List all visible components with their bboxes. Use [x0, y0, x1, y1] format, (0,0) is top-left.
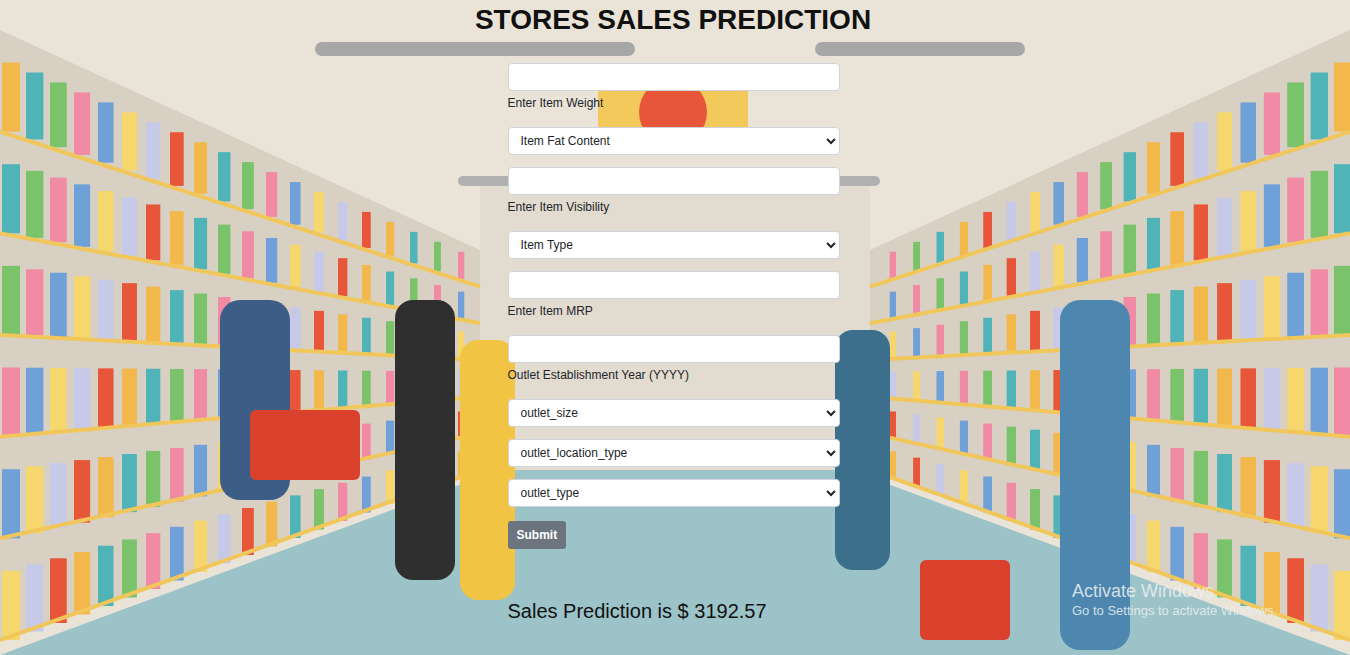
- supermarket-illustration: [0, 0, 1350, 655]
- dropdown[interactable]: outlet_location_type: [508, 439, 840, 467]
- field-label: Enter Item MRP: [508, 304, 840, 318]
- field-label: Enter Item Weight: [508, 96, 840, 110]
- dropdown[interactable]: outlet_type: [508, 479, 840, 507]
- prediction-form: Enter Item Weight Item Fat Content Enter I…: [508, 63, 840, 623]
- field-group: Outlet Establishment Year (YYYY): [508, 335, 840, 382]
- dropdown[interactable]: Item Fat Content: [508, 127, 840, 155]
- text-input[interactable]: [508, 167, 840, 195]
- field-group: outlet_location_type: [508, 439, 840, 467]
- field-group: Enter Item MRP: [508, 271, 840, 318]
- text-input[interactable]: [508, 63, 840, 91]
- text-input[interactable]: [508, 271, 840, 299]
- field-group: Enter Item Weight: [508, 63, 840, 110]
- field-group: Enter Item Visibility: [508, 167, 840, 214]
- watermark-subtitle: Go to Settings to activate Windows.: [1072, 602, 1277, 619]
- field-group: outlet_size: [508, 399, 840, 427]
- field-group: Item Fat Content: [508, 127, 840, 155]
- field-group: outlet_type: [508, 479, 840, 507]
- page: STORES SALES PREDICTION Enter Item Weight…: [0, 0, 1350, 655]
- prediction-result: Sales Prediction is $ 3192.57: [508, 599, 840, 623]
- field-label: Outlet Establishment Year (YYYY): [508, 368, 840, 382]
- page-title: STORES SALES PREDICTION: [475, 4, 871, 36]
- watermark-title: Activate Windows: [1072, 580, 1277, 602]
- content: STORES SALES PREDICTION Enter Item Weight…: [0, 0, 1350, 623]
- dropdown[interactable]: outlet_size: [508, 399, 840, 427]
- windows-watermark: Activate WindowsGo to Settings to activa…: [1072, 580, 1277, 619]
- field-group: Item Type: [508, 231, 840, 259]
- submit-button[interactable]: Submit: [508, 521, 567, 549]
- left-shelves: [0, 30, 480, 640]
- text-input[interactable]: [508, 335, 840, 363]
- dropdown[interactable]: Item Type: [508, 231, 840, 259]
- field-label: Enter Item Visibility: [508, 200, 840, 214]
